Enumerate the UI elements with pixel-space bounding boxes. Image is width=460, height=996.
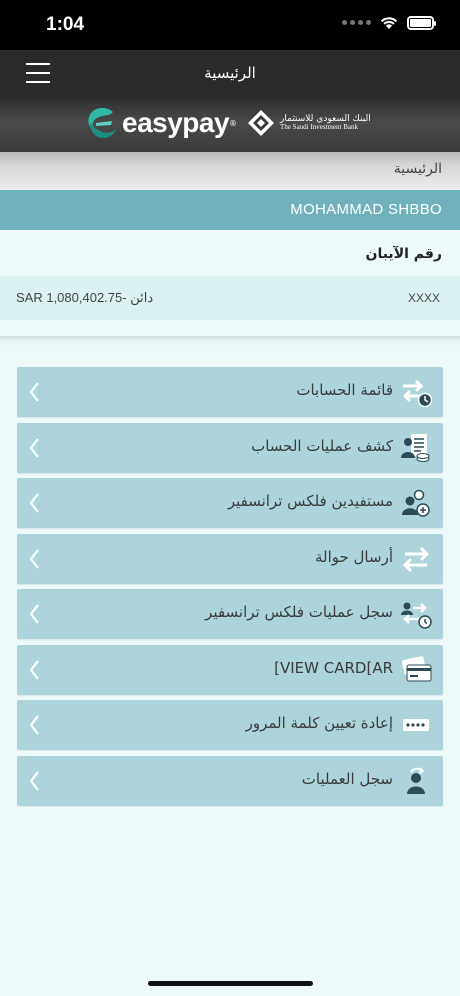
status-icons [342,15,436,30]
transfer-history-icon [401,602,432,629]
menu-item-label: كشف عمليات الحساب [251,436,393,455]
menu-item-beneficiaries[interactable]: مستفيدين فلكس ترانسفير [17,478,443,528]
user-history-icon [407,766,425,794]
divider [0,336,460,346]
status-time: 1:04 [46,14,85,35]
user-name: MOHAMMAD SHBBO [290,201,442,218]
bank-emblem-icon [248,110,275,136]
beneficiaries-icon [402,489,430,517]
account-balance: SAR 1,080,402.75- دائن [16,290,154,305]
wifi-icon [380,17,398,29]
transfer-arrows-icon [402,546,430,572]
menu-item-view-card[interactable]: [VIEW CARD[AR [17,644,443,695]
menu-item-label: أرسال حوالة [314,547,393,566]
menu-item-send-transfer[interactable]: أرسال حوالة [17,533,443,584]
account-row[interactable]: SAR 1,080,402.75- دائن XXXX [0,276,460,320]
battery-icon [407,15,436,30]
menu-item-transfer-history[interactable]: سجل عمليات فلكس ترانسفير [17,589,443,639]
easypay-wordmark: easypay [122,107,230,138]
easypay-logo-icon [88,107,116,139]
menu-item-label: سجل العمليات [301,769,393,788]
menu-item-label: مستفيدين فلكس ترانسفير [227,492,393,510]
menu-item-label: قائمة الحسابات [296,381,393,399]
menu-item-label: سجل عمليات فلكس ترانسفير [205,603,393,621]
nav-bar: الرئيسية [0,50,460,98]
chevron-left-icon [29,604,39,624]
menu-item-accounts-list[interactable]: قائمة الحسابات [17,367,443,417]
accounts-list-icon [402,379,433,408]
status-bar: 1:04 [0,0,460,50]
card-icon [401,655,432,681]
menu-item-reset-password[interactable]: إعادة تعيين كلمة المرور [17,700,443,750]
chevron-left-icon [29,770,39,791]
menu-item-transactions-log[interactable]: سجل العمليات [17,755,443,806]
bank-name-en: The Saudi Investment Bank [280,123,359,131]
signal-icon [342,20,371,25]
chevron-left-icon [29,659,39,680]
menu-item-label: [VIEW CARD[AR [274,658,393,677]
statement-icon [401,433,430,462]
iban-label: رقم الآيبان [365,246,442,262]
chevron-left-icon [29,493,39,513]
brand-logos: easypay ® البنك السعودي للاستثمار The Sau… [86,106,371,140]
home-indicator[interactable] [148,981,313,986]
chevron-left-icon [29,437,39,458]
chevron-left-icon [29,548,39,569]
main-menu: قائمة الحسابات كشف عمليات الحساب مستفيدي… [17,367,443,811]
breadcrumb-text: الرئيسية [393,161,442,177]
password-icon [403,719,429,731]
breadcrumb: الرئيسية [0,152,460,190]
chevron-left-icon [29,382,39,402]
user-name-bar: MOHAMMAD SHBBO [0,190,460,230]
bank-logo: البنك السعودي للاستثمار The Saudi Invest… [247,109,371,137]
menu-item-label: إعادة تعيين كلمة المرور [245,714,393,732]
menu-item-account-statement[interactable]: كشف عمليات الحساب [17,422,443,473]
page-title: الرئيسية [204,64,256,82]
logo-banner: easypay ® البنك السعودي للاستثمار The Sau… [0,98,460,152]
account-number: XXXX [407,291,440,305]
chevron-left-icon [29,715,39,735]
